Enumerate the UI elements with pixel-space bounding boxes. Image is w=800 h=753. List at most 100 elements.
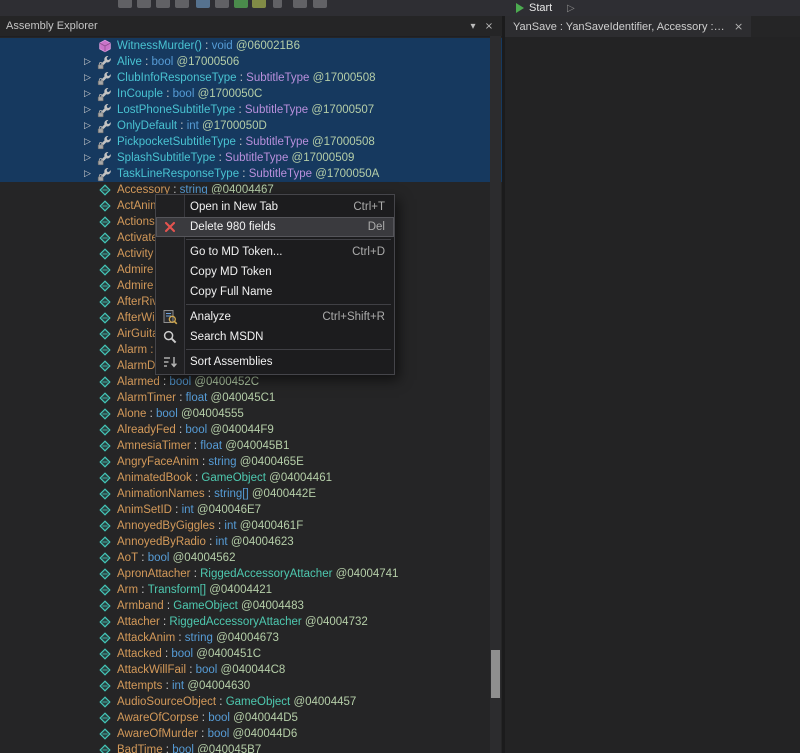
sort-icon: [162, 354, 178, 370]
menu-item-search-msdn[interactable]: Search MSDN: [156, 327, 394, 347]
tree-item[interactable]: ▷PickpocketSubtitleType : SubtitleType @…: [0, 134, 502, 150]
property-wrench-icon: [97, 86, 113, 102]
field-icon: [97, 406, 113, 422]
menu-item-delete-980-fields[interactable]: Delete 980 fieldsDel: [156, 217, 394, 237]
expander-icon[interactable]: ▷: [84, 105, 97, 115]
tree-item-address: @0400465E: [237, 456, 304, 468]
menu-item-copy-md-token[interactable]: Copy MD Token: [156, 262, 394, 282]
expander-icon[interactable]: ▷: [84, 169, 97, 179]
tree-item-name: AwareOfCorpse: [117, 712, 199, 724]
tree-item[interactable]: AoT : bool @04004562: [0, 550, 502, 566]
tree-item[interactable]: ▷OnlyDefault : int @1700050D: [0, 118, 502, 134]
panel-close-icon[interactable]: ×: [481, 21, 497, 32]
menu-item-go-to-md-token[interactable]: Go to MD Token...Ctrl+D: [156, 242, 394, 262]
tree-item-address: @04004421: [206, 584, 272, 596]
tree-item[interactable]: Attacher : RiggedAccessoryAttacher @0400…: [0, 614, 502, 630]
tree-item-name: OnlyDefault: [117, 120, 177, 132]
expander-icon[interactable]: ▷: [84, 137, 97, 147]
tree-item[interactable]: WitnessMurder() : void @060021B6: [0, 38, 502, 54]
menu-item-sort-assemblies[interactable]: Sort Assemblies: [156, 352, 394, 372]
tree-item[interactable]: AudioSourceObject : GameObject @04004457: [0, 694, 502, 710]
tree-item[interactable]: AttackWillFail : bool @040044C8: [0, 662, 502, 678]
tree-item-name: Alarmed: [117, 376, 160, 388]
tree-item[interactable]: BadTime : bool @040045B7: [0, 742, 502, 753]
scrollbar-thumb[interactable]: [491, 650, 500, 698]
tree-item-name: AttackWillFail: [117, 664, 186, 676]
tree-item-address: @0400442E: [249, 488, 316, 500]
tree-item[interactable]: ▷InCouple : bool @1700050C: [0, 86, 502, 102]
tree-item[interactable]: Attacked : bool @0400451C: [0, 646, 502, 662]
tree-item[interactable]: AwareOfMurder : bool @040044D6: [0, 726, 502, 742]
tree-item[interactable]: AnnoyedByGiggles : int @0400461F: [0, 518, 502, 534]
field-icon: [97, 374, 113, 390]
tree-item-type: SubtitleType: [246, 136, 309, 148]
tree-item[interactable]: AnimatedBook : GameObject @04004461: [0, 470, 502, 486]
expander-icon[interactable]: ▷: [84, 57, 97, 67]
tree-item[interactable]: ▷Alive : bool @17000506: [0, 54, 502, 70]
toolbar-icon[interactable]: [313, 0, 327, 8]
menu-item-open-in-new-tab[interactable]: Open in New TabCtrl+T: [156, 197, 394, 217]
toolbar-icon[interactable]: [156, 0, 170, 8]
tree-item[interactable]: ▷TaskLineResponseType : SubtitleType @17…: [0, 166, 502, 182]
toolbar-icon[interactable]: [293, 0, 307, 8]
tree-item[interactable]: Alone : bool @04004555: [0, 406, 502, 422]
menu-item-shortcut: Ctrl+T: [335, 201, 385, 213]
tree-item-address: @04004732: [302, 616, 368, 628]
toolbar-icon[interactable]: [118, 0, 132, 8]
tree-item-address: @1700050C: [194, 88, 262, 100]
tab-close-icon[interactable]: ×: [734, 20, 743, 33]
toolbar-icon[interactable]: [175, 0, 189, 8]
field-icon: [97, 230, 113, 246]
expander-icon[interactable]: ▷: [84, 89, 97, 99]
toolbar-icon[interactable]: [215, 0, 229, 8]
property-wrench-icon: [97, 150, 113, 166]
toolbar-icon[interactable]: [234, 0, 248, 8]
tree-scrollbar[interactable]: [490, 36, 501, 753]
tree-item-type: int: [182, 504, 194, 516]
tree-item-label: ActAnim: [117, 200, 160, 212]
tree-item[interactable]: Armband : GameObject @04004483: [0, 598, 502, 614]
tree-item[interactable]: AwareOfCorpse : bool @040044D5: [0, 710, 502, 726]
dnspy-window: Start ▷ Assembly Explorer ▾ × WitnessMur…: [0, 0, 800, 753]
tree-item[interactable]: Alarmed : bool @0400452C: [0, 374, 502, 390]
tree-item[interactable]: Attempts : int @04004630: [0, 678, 502, 694]
tree-item[interactable]: AnnoyedByRadio : int @04004623: [0, 534, 502, 550]
tree-item-type: Transform[]: [148, 584, 206, 596]
tree-item-type: bool: [185, 424, 207, 436]
tree-item[interactable]: Arm : Transform[] @04004421: [0, 582, 502, 598]
tree-item[interactable]: AnimationNames : string[] @0400442E: [0, 486, 502, 502]
document-area[interactable]: [505, 37, 800, 753]
panel-menu-caret-icon[interactable]: ▾: [465, 21, 481, 32]
toolbar-icon[interactable]: [196, 0, 210, 8]
expander-icon[interactable]: ▷: [84, 153, 97, 163]
tree-item[interactable]: AlarmTimer : float @040045C1: [0, 390, 502, 406]
tree-item[interactable]: AttackAnim : string @04004673: [0, 630, 502, 646]
context-menu: Open in New TabCtrl+TDelete 980 fieldsDe…: [155, 194, 395, 375]
tree-item[interactable]: ▷LostPhoneSubtitleType : SubtitleType @1…: [0, 102, 502, 118]
tree-item-address: @17000508: [309, 136, 375, 148]
field-icon: [97, 630, 113, 646]
field-icon: [97, 390, 113, 406]
tree-item[interactable]: AngryFaceAnim : string @0400465E: [0, 454, 502, 470]
tree-item[interactable]: ▷ClubInfoResponseType : SubtitleType @17…: [0, 70, 502, 86]
toolbar-icon[interactable]: [252, 0, 266, 8]
tree-item[interactable]: AlreadyFed : bool @040044F9: [0, 422, 502, 438]
tree-item[interactable]: ▷SplashSubtitleType : SubtitleType @1700…: [0, 150, 502, 166]
menu-item-analyze[interactable]: AnalyzeCtrl+Shift+R: [156, 307, 394, 327]
toolbar-icon[interactable]: [273, 0, 282, 8]
toolbar-icon[interactable]: [137, 0, 151, 8]
tree-item-address: @04004630: [184, 680, 250, 692]
tab-yansave[interactable]: YanSave : YanSaveIdentifier, Accessory :…: [505, 16, 751, 37]
tree-item-address: @04004483: [238, 600, 304, 612]
tree-item[interactable]: AnimSetID : int @040046E7: [0, 502, 502, 518]
start-no-debug-icon[interactable]: ▷: [567, 0, 575, 16]
menu-item-copy-full-name[interactable]: Copy Full Name: [156, 282, 394, 302]
tree-item-type: string: [185, 632, 213, 644]
expander-icon[interactable]: ▷: [84, 73, 97, 83]
tree-item-type: bool: [196, 664, 218, 676]
start-button[interactable]: Start: [516, 0, 552, 16]
expander-icon[interactable]: ▷: [84, 121, 97, 131]
tree-item[interactable]: ApronAttacher : RiggedAccessoryAttacher …: [0, 566, 502, 582]
field-icon: [97, 614, 113, 630]
tree-item[interactable]: AmnesiaTimer : float @040045B1: [0, 438, 502, 454]
